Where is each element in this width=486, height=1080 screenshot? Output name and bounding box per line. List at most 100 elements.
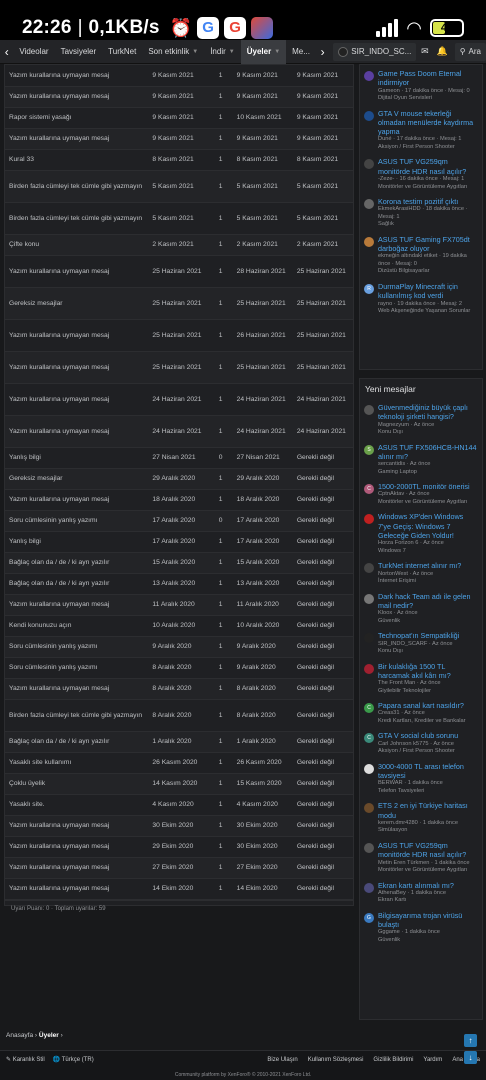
warning-reason[interactable]: Bağlaç olan da / de / ki ayrı yazılır [5, 552, 148, 573]
warning-reason[interactable]: Çifte konu [5, 234, 148, 255]
avatar[interactable]: C [364, 703, 374, 714]
nav-item-download[interactable]: İndir ▼ [204, 40, 241, 64]
thread-title[interactable]: TurkNet internet alınır mı? [378, 561, 478, 570]
warning-reason[interactable]: Yasaklı site kullanımı [5, 752, 148, 773]
thread-title[interactable]: ASUS TUF VG259qm monitörde HDR nasıl açı… [378, 841, 478, 860]
nav-item-videos[interactable]: Videolar [13, 40, 54, 64]
thread-forum[interactable]: Konu Dışı [378, 429, 478, 437]
thread-forum[interactable]: Kredi Kartları, Krediler ve Bankalar [378, 718, 478, 726]
thread-forum[interactable]: İnternet Erişimi [378, 578, 478, 586]
avatar[interactable] [364, 763, 374, 774]
avatar[interactable] [364, 199, 374, 210]
thread-title[interactable]: ASUS TUF VG259qm monitörde HDR nasıl açı… [378, 157, 478, 176]
avatar[interactable]: G [364, 912, 374, 923]
scroll-bottom-button[interactable]: ↓ [464, 1051, 477, 1064]
footer-link-help[interactable]: Yardım [423, 1057, 442, 1063]
thread-forum[interactable]: Ekran Kartı [378, 897, 478, 905]
warning-reason[interactable]: Yasaklı site. [5, 794, 148, 815]
warning-reason[interactable]: Gereksiz mesajlar [5, 287, 148, 319]
warning-reason[interactable]: Yazım kurallarına uymayan mesaj [5, 415, 148, 447]
avatar[interactable] [364, 842, 374, 853]
nav-item-recommendations[interactable]: Tavsiyeler [55, 40, 103, 64]
warning-reason[interactable]: Bağlaç olan da / de / ki ayrı yazılır [5, 731, 148, 752]
avatar[interactable] [364, 71, 374, 81]
warning-reason[interactable]: Yazım kurallarına uymayan mesaj [5, 383, 148, 415]
warning-reason[interactable]: Kendi konunuzu açın [5, 615, 148, 636]
thread-title[interactable]: Technopat'ın Sempatikliği [378, 631, 478, 640]
thread-title[interactable]: Ekran kartı alınmalı mı? [378, 881, 478, 890]
thread-forum[interactable]: Gaming Laptop [378, 469, 478, 477]
warning-reason[interactable]: Yazım kurallarına uymayan mesaj [5, 857, 148, 878]
thread-title[interactable]: 3000-4000 TL arası telefon tavsiyesi [378, 762, 478, 781]
warning-reason[interactable]: Birden fazla cümleyi tek cümle gibi yazm… [5, 170, 148, 202]
warning-reason[interactable]: Yazım kurallarına uymayan mesaj [5, 86, 148, 107]
warning-reason[interactable]: Gereksiz mesajlar [5, 468, 148, 489]
avatar[interactable]: C [364, 484, 374, 495]
thread-title[interactable]: Korona testim pozitif çıktı [378, 197, 478, 206]
thread-title[interactable]: DurmaPlay Minecraft için kullanılmış kod… [378, 282, 478, 301]
avatar[interactable] [364, 110, 374, 121]
avatar[interactable] [364, 663, 374, 674]
warning-reason[interactable]: Yazım kurallarına uymayan mesaj [5, 836, 148, 857]
scroll-top-button[interactable]: ↑ [464, 1034, 477, 1047]
warning-reason[interactable]: Çoklu üyelik [5, 773, 148, 794]
warning-reason[interactable]: Yazım kurallarına uymayan mesaj [5, 255, 148, 287]
warning-reason[interactable]: Soru cümlesinin yanlış yazımı [5, 510, 148, 531]
thread-forum[interactable]: Aksiyon / First Person Shooter [378, 144, 478, 152]
thread-title[interactable]: ETS 2 en iyi Türkiye haritası modu [378, 801, 478, 820]
thread-forum[interactable]: Dizüstü Bilgisayarlar [378, 268, 478, 276]
warning-reason[interactable]: Birden fazla cümleyi tek cümle gibi yazm… [5, 202, 148, 234]
breadcrumb-current[interactable]: Üyeler [39, 1032, 59, 1039]
thread-title[interactable]: Dark hack Team adı ile gelen mail nedir? [378, 592, 478, 611]
breadcrumb-home[interactable]: Anasayfa [6, 1032, 33, 1039]
nav-item-turknet[interactable]: TurkNet [102, 40, 142, 64]
thread-forum[interactable]: Web Akşeneğinde Yaşanan Sorunlar [378, 308, 478, 316]
language-chooser[interactable]: 🌐 Türkçe (TR) [53, 1056, 94, 1063]
footer-link-contact[interactable]: Bize Ulaşın [267, 1057, 297, 1063]
thread-title[interactable]: ASUS TUF FX506HCB-HN144 alınır mı? [378, 443, 478, 462]
warning-reason[interactable]: Yazım kurallarına uymayan mesaj [5, 678, 148, 699]
thread-forum[interactable]: Giyilebilir Teknolojiler [378, 688, 478, 696]
avatar[interactable] [364, 159, 374, 170]
warning-reason[interactable]: Yazım kurallarına uymayan mesaj [5, 319, 148, 351]
avatar[interactable]: R [364, 283, 374, 294]
warning-reason[interactable]: Yazım kurallarına uymayan mesaj [5, 128, 148, 149]
warning-reason[interactable]: Yazım kurallarına uymayan mesaj [5, 878, 148, 899]
footer-link-privacy[interactable]: Gizlilik Bildirimi [373, 1057, 413, 1063]
style-chooser[interactable]: ✎ Karanlık Stil [6, 1056, 45, 1063]
avatar[interactable] [364, 236, 374, 247]
thread-title[interactable]: Windows XP'den Windows 7'ye Geçiş: Windo… [378, 512, 478, 540]
avatar[interactable] [364, 633, 374, 644]
thread-forum[interactable]: Dijital Oyun Servisleri [378, 95, 478, 103]
avatar[interactable]: S [364, 444, 374, 455]
bell-icon[interactable]: 🔔 [434, 46, 451, 57]
thread-forum[interactable]: Güvenlik [378, 618, 478, 626]
avatar[interactable] [364, 593, 374, 604]
avatar[interactable]: C [364, 733, 374, 744]
avatar[interactable] [364, 514, 374, 525]
warning-reason[interactable]: Yanlış bilgi [5, 531, 148, 552]
user-menu[interactable]: SIR_INDO_SC... [333, 42, 417, 61]
warning-reason[interactable]: Yazım kurallarına uymayan mesaj [5, 65, 148, 86]
thread-forum[interactable]: Konu Dışı [378, 648, 478, 656]
thread-title[interactable]: Game Pass Doom Eternal indirmiyor [378, 69, 478, 88]
thread-title[interactable]: Bilgisayarıma trojan virüsü bulaştı [378, 911, 478, 930]
nav-scroll-left-icon[interactable]: ‹ [0, 45, 13, 59]
thread-forum[interactable]: Simülasyon [378, 827, 478, 835]
warning-reason[interactable]: Yazım kurallarına uymayan mesaj [5, 594, 148, 615]
nav-item-members[interactable]: Üyeler ▼ [240, 39, 287, 64]
nav-scroll-right-icon[interactable]: › [316, 45, 329, 59]
warning-reason[interactable]: Soru cümlesinin yanlış yazımı [5, 636, 148, 657]
thread-title[interactable]: GTA V mouse tekerleği olmadan menülerde … [378, 109, 478, 137]
thread-title[interactable]: 1500-2000TL monitör önerisi [378, 482, 478, 491]
warning-reason[interactable]: Yazım kurallarına uymayan mesaj [5, 351, 148, 383]
thread-title[interactable]: Güvenmediğiniz büyük çaplı teknoloji şir… [378, 403, 478, 422]
thread-title[interactable]: GTA V social club sorunu [378, 731, 478, 740]
thread-forum[interactable]: Monitörler ve Görüntüleme Aygıtları [378, 867, 478, 875]
thread-forum[interactable]: Monitörler ve Görüntüleme Aygıtları [378, 184, 478, 192]
warning-reason[interactable]: Birden fazla cümleyi tek cümle gibi yazm… [5, 699, 148, 731]
thread-forum[interactable]: Sağlık [378, 221, 478, 229]
mail-icon[interactable]: ✉ [416, 46, 433, 57]
warning-reason[interactable]: Yanlış bilgi [5, 447, 148, 468]
thread-forum[interactable]: Monitörler ve Görüntüleme Aygıtları [378, 499, 478, 507]
